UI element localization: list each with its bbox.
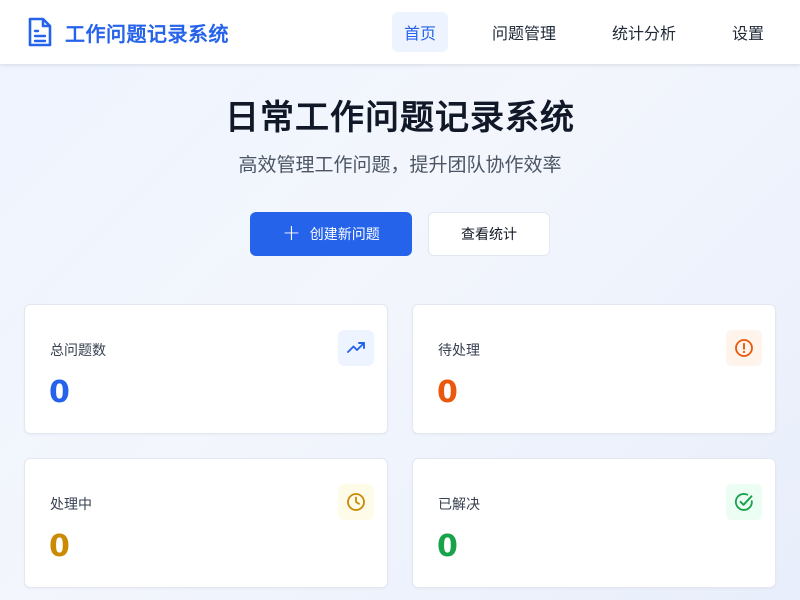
create-issue-label: 创建新问题 <box>309 227 380 243</box>
stat-label: 已解决 <box>438 497 480 513</box>
nav-settings[interactable]: 设置 <box>720 12 776 52</box>
plus-icon: + <box>282 221 301 246</box>
stat-card-pending: 待处理 0 <box>412 304 776 434</box>
create-issue-button[interactable]: + 创建新问题 <box>250 212 412 256</box>
stat-label: 总问题数 <box>50 343 106 359</box>
view-stats-button[interactable]: 查看统计 <box>428 212 550 256</box>
stat-label: 处理中 <box>50 497 92 513</box>
clock-icon <box>338 484 374 520</box>
check-circle-icon <box>726 484 762 520</box>
page-subtitle: 高效管理工作问题，提升团队协作效率 <box>238 154 562 176</box>
nav-home[interactable]: 首页 <box>392 12 448 52</box>
stat-label: 待处理 <box>438 343 480 359</box>
stat-value: 0 <box>49 529 70 564</box>
stat-value: 0 <box>437 375 458 410</box>
nav-issue-management[interactable]: 问题管理 <box>480 12 568 52</box>
top-navbar: 工作问题记录系统 首页 问题管理 统计分析 设置 <box>0 0 800 64</box>
page-title: 日常工作问题记录系统 <box>225 98 575 138</box>
alert-circle-icon <box>726 330 762 366</box>
document-icon <box>28 17 52 47</box>
nav-statistics[interactable]: 统计分析 <box>600 12 688 52</box>
trending-up-icon <box>338 330 374 366</box>
stat-card-in-progress: 处理中 0 <box>24 458 388 588</box>
stat-card-resolved: 已解决 0 <box>412 458 776 588</box>
app-name: 工作问题记录系统 <box>65 21 229 46</box>
brand[interactable]: 工作问题记录系统 <box>26 16 229 48</box>
stat-value: 0 <box>49 375 70 410</box>
stat-value: 0 <box>437 529 458 564</box>
view-stats-label: 查看统计 <box>461 227 517 243</box>
stat-card-total: 总问题数 0 <box>24 304 388 434</box>
